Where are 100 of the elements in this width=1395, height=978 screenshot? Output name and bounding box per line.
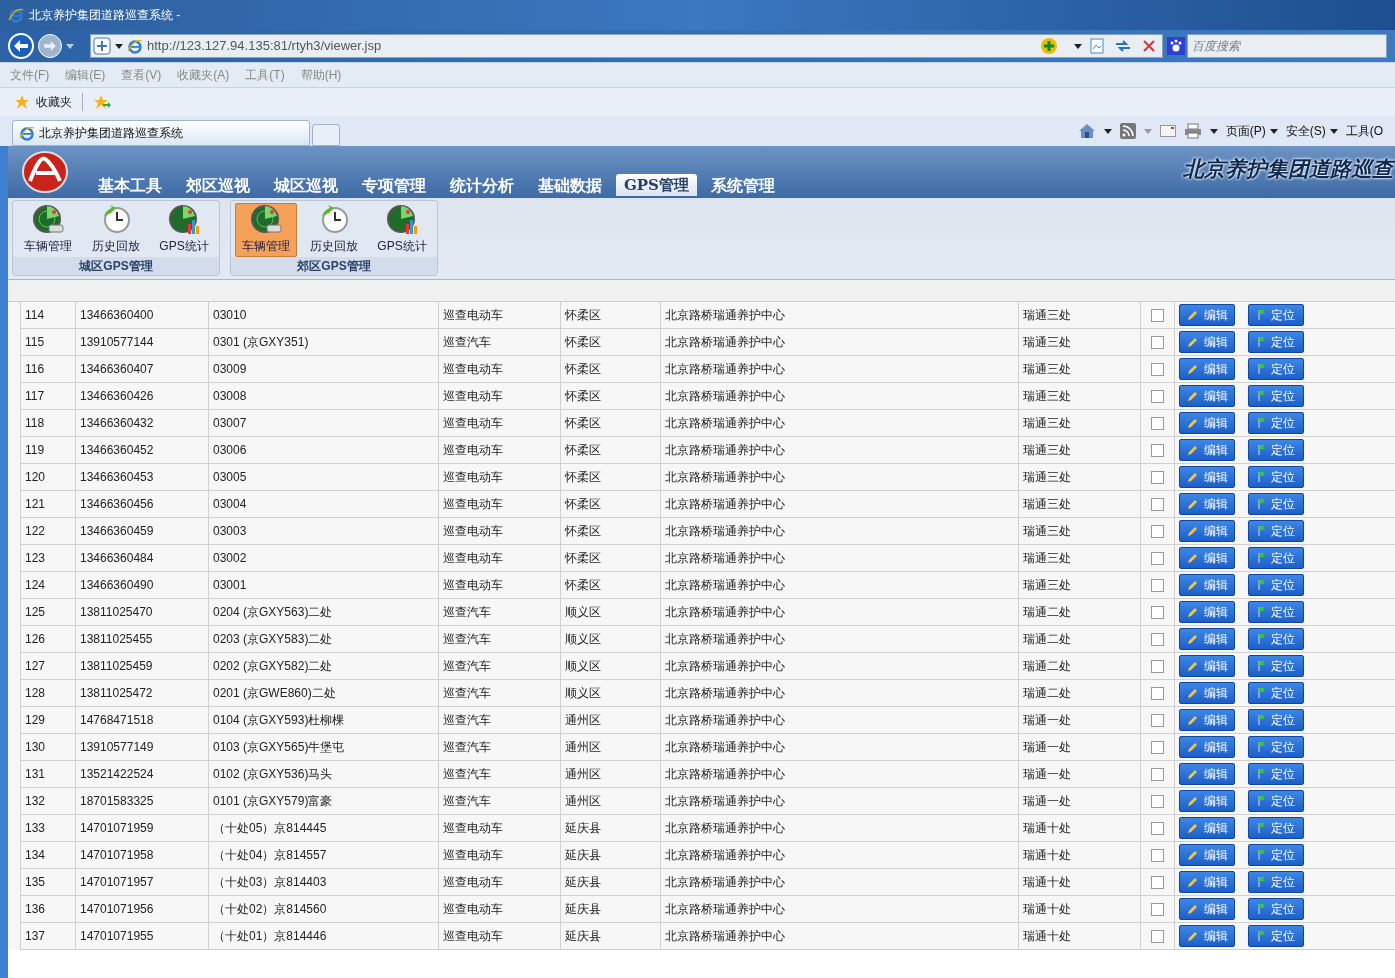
row-checkbox[interactable] (1151, 821, 1164, 835)
nav-tab[interactable]: 基础数据 (528, 174, 612, 196)
locate-button[interactable]: 定位 (1248, 925, 1304, 947)
edit-button[interactable]: 编辑 (1179, 385, 1235, 407)
edit-button[interactable]: 编辑 (1179, 331, 1235, 353)
row-checkbox[interactable] (1151, 875, 1164, 889)
edit-button[interactable]: 编辑 (1179, 628, 1235, 650)
menu-item[interactable]: 编辑(E) (65, 66, 106, 84)
row-checkbox[interactable] (1151, 848, 1164, 862)
row-checkbox[interactable] (1151, 578, 1164, 592)
feed-icon[interactable] (1119, 123, 1136, 139)
row-checkbox[interactable] (1151, 686, 1164, 700)
locate-button[interactable]: 定位 (1248, 547, 1304, 569)
ribbon-button[interactable]: 历史回放 (85, 203, 147, 257)
locate-button[interactable]: 定位 (1248, 304, 1304, 326)
locate-button[interactable]: 定位 (1248, 358, 1304, 380)
menu-item[interactable]: 文件(F) (10, 66, 50, 84)
nav-tab[interactable]: 城区巡视 (264, 174, 348, 196)
home-icon[interactable] (1077, 123, 1096, 139)
printer-icon[interactable] (1183, 123, 1202, 139)
search-field[interactable]: 百度搜索 (1187, 34, 1387, 58)
locate-button[interactable]: 定位 (1248, 655, 1304, 677)
menu-item[interactable]: 收藏夹(A) (177, 66, 230, 84)
edit-button[interactable]: 编辑 (1179, 790, 1235, 812)
row-checkbox[interactable] (1151, 659, 1164, 673)
locate-button[interactable]: 定位 (1248, 763, 1304, 785)
ribbon-button[interactable]: GPS统计 (371, 203, 433, 257)
row-checkbox[interactable] (1151, 389, 1164, 403)
mail-icon[interactable] (1159, 125, 1176, 137)
nav-tab[interactable]: 基本工具 (88, 174, 172, 196)
edit-button[interactable]: 编辑 (1179, 817, 1235, 839)
menu-item[interactable]: 查看(V) (121, 66, 162, 84)
row-checkbox[interactable] (1151, 308, 1164, 322)
locate-button[interactable]: 定位 (1248, 844, 1304, 866)
ribbon-button[interactable]: 车辆管理 (17, 203, 79, 257)
edit-button[interactable]: 编辑 (1179, 925, 1235, 947)
row-checkbox[interactable] (1151, 740, 1164, 754)
edit-button[interactable]: 编辑 (1179, 520, 1235, 542)
row-checkbox[interactable] (1151, 713, 1164, 727)
row-checkbox[interactable] (1151, 929, 1164, 943)
locate-button[interactable]: 定位 (1248, 709, 1304, 731)
edit-button[interactable]: 编辑 (1179, 493, 1235, 515)
ribbon-button[interactable]: 历史回放 (303, 203, 365, 257)
locate-button[interactable]: 定位 (1248, 574, 1304, 596)
edit-button[interactable]: 编辑 (1179, 601, 1235, 623)
locate-button[interactable]: 定位 (1248, 736, 1304, 758)
row-checkbox[interactable] (1151, 497, 1164, 511)
locate-button[interactable]: 定位 (1248, 871, 1304, 893)
row-checkbox[interactable] (1151, 335, 1164, 349)
locate-button[interactable]: 定位 (1248, 898, 1304, 920)
locate-button[interactable]: 定位 (1248, 520, 1304, 542)
ribbon-button[interactable]: GPS统计 (153, 203, 215, 257)
locate-button[interactable]: 定位 (1248, 331, 1304, 353)
edit-button[interactable]: 编辑 (1179, 466, 1235, 488)
locate-button[interactable]: 定位 (1248, 628, 1304, 650)
edit-button[interactable]: 编辑 (1179, 844, 1235, 866)
back-button[interactable] (8, 33, 34, 59)
nav-tab[interactable]: 统计分析 (440, 174, 524, 196)
locate-button[interactable]: 定位 (1248, 466, 1304, 488)
favorites-button[interactable]: 收藏夹 (36, 93, 72, 111)
locate-button[interactable]: 定位 (1248, 790, 1304, 812)
command-menu[interactable]: 工具(O (1345, 122, 1383, 140)
locate-button[interactable]: 定位 (1248, 817, 1304, 839)
ribbon-button[interactable]: 车辆管理 (235, 203, 297, 257)
nav-tab[interactable]: GPS管理 (616, 174, 697, 196)
add-favorite-icon[interactable] (93, 94, 111, 110)
row-checkbox[interactable] (1151, 902, 1164, 916)
command-menu[interactable]: 安全(S) (1285, 122, 1338, 140)
menu-item[interactable]: 帮助(H) (300, 66, 342, 84)
nav-tab[interactable]: 专项管理 (352, 174, 436, 196)
edit-button[interactable]: 编辑 (1179, 655, 1235, 677)
command-menu[interactable]: 页面(P) (1225, 122, 1278, 140)
new-tab-button[interactable] (312, 124, 340, 146)
locate-button[interactable]: 定位 (1248, 439, 1304, 461)
edit-button[interactable]: 编辑 (1179, 736, 1235, 758)
edit-button[interactable]: 编辑 (1179, 763, 1235, 785)
locate-button[interactable]: 定位 (1248, 601, 1304, 623)
edit-button[interactable]: 编辑 (1179, 439, 1235, 461)
locate-button[interactable]: 定位 (1248, 493, 1304, 515)
locate-button[interactable]: 定位 (1248, 385, 1304, 407)
edit-button[interactable]: 编辑 (1179, 682, 1235, 704)
row-checkbox[interactable] (1151, 470, 1164, 484)
nav-tab[interactable]: 系统管理 (700, 174, 785, 196)
row-checkbox[interactable] (1151, 524, 1164, 538)
row-checkbox[interactable] (1151, 794, 1164, 808)
row-checkbox[interactable] (1151, 362, 1164, 376)
menu-item[interactable]: 工具(T) (245, 66, 285, 84)
row-checkbox[interactable] (1151, 632, 1164, 646)
edit-button[interactable]: 编辑 (1179, 709, 1235, 731)
browser-tab[interactable]: 北京养护集团道路巡查系统 (12, 120, 310, 146)
edit-button[interactable]: 编辑 (1179, 574, 1235, 596)
row-checkbox[interactable] (1151, 443, 1164, 457)
row-checkbox[interactable] (1151, 767, 1164, 781)
nav-tab[interactable]: 郊区巡视 (176, 174, 260, 196)
locate-button[interactable]: 定位 (1248, 412, 1304, 434)
edit-button[interactable]: 编辑 (1179, 412, 1235, 434)
row-checkbox[interactable] (1151, 416, 1164, 430)
row-checkbox[interactable] (1151, 551, 1164, 565)
locate-button[interactable]: 定位 (1248, 682, 1304, 704)
address-field[interactable]: http://123.127.94.135:81/rtyh3/viewer.jsp (90, 34, 1163, 58)
